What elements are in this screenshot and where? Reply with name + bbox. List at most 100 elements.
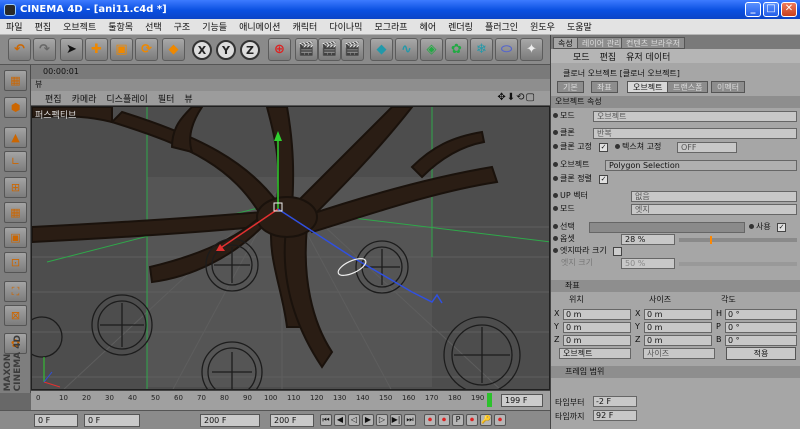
menu-character[interactable]: 캐릭터 xyxy=(286,20,323,33)
to-time-input[interactable]: 92 F xyxy=(593,410,637,421)
minimize-button[interactable]: _ xyxy=(745,2,761,17)
x-axis-button[interactable]: X xyxy=(192,40,212,60)
texture-mode-icon[interactable]: ▦ xyxy=(4,202,27,223)
next-key-icon[interactable]: ▶| xyxy=(390,414,402,426)
vmenu-filter[interactable]: 필터 xyxy=(158,92,175,105)
coord-mode-dropdown[interactable]: 오브젝트 xyxy=(559,348,631,359)
use-checkbox[interactable]: ✓ xyxy=(777,223,786,232)
close-button[interactable]: ✕ xyxy=(781,2,797,17)
cube-primitive-icon[interactable]: ◆ xyxy=(370,38,393,61)
anim-dot-icon[interactable] xyxy=(553,176,558,181)
workplane-icon[interactable]: ⊡ xyxy=(4,252,27,273)
tab-layer-manager[interactable]: 레이어 관리 xyxy=(577,37,627,49)
rot-p-input[interactable]: 0 ° xyxy=(725,322,797,333)
vmenu-view[interactable]: 뷰 xyxy=(184,92,192,105)
light-icon[interactable]: ✦ xyxy=(520,38,543,61)
menu-dynamics[interactable]: 다이나믹 xyxy=(323,20,368,33)
end-frame-field[interactable]: 199 F xyxy=(501,394,543,407)
align-clone-checkbox[interactable]: ✓ xyxy=(599,175,608,184)
anim-dot-icon[interactable] xyxy=(749,224,754,229)
render-settings-icon[interactable]: 🎬 xyxy=(341,38,364,61)
world-coord-icon[interactable]: ⊕ xyxy=(268,38,291,61)
menu-structure[interactable]: 구조 xyxy=(168,20,197,33)
object-link-field[interactable]: Polygon Selection xyxy=(605,160,797,171)
offset-slider-handle[interactable] xyxy=(710,236,712,244)
rotation-key-icon[interactable]: 🔑 xyxy=(480,414,492,426)
fix-texture-dropdown[interactable]: OFF xyxy=(677,142,737,153)
current-frame-marker[interactable] xyxy=(487,393,492,407)
pos-x-input[interactable]: 0 m xyxy=(563,309,631,320)
distribution-mode-dropdown[interactable]: 엣지 xyxy=(631,204,797,215)
view-tab[interactable]: 뷰 xyxy=(31,79,550,91)
subtab-effectors[interactable]: 이펙터 xyxy=(711,81,746,93)
z-axis-button[interactable]: Z xyxy=(240,40,260,60)
fix-clone-checkbox[interactable]: ✓ xyxy=(599,143,608,152)
points-mode-icon[interactable]: ▲ xyxy=(4,127,27,148)
polygons-mode-icon[interactable]: ⊞ xyxy=(4,177,27,198)
size-x-input[interactable]: 0 m xyxy=(644,309,712,320)
rot-b-input[interactable]: 0 ° xyxy=(725,335,797,346)
nurbs-icon[interactable]: ◈ xyxy=(420,38,443,61)
menu-help[interactable]: 도움말 xyxy=(561,20,598,33)
render-picture-icon[interactable]: 🎬 xyxy=(318,38,341,61)
edge-size-input[interactable]: 50 % xyxy=(621,258,675,269)
clones-dropdown[interactable]: 반복 xyxy=(593,128,797,139)
edges-mode-icon[interactable]: ∟ xyxy=(4,151,27,172)
size-z-input[interactable]: 0 m xyxy=(644,335,712,346)
menu-file[interactable]: 파일 xyxy=(0,20,29,33)
scale-key-icon[interactable]: ⏺ xyxy=(494,414,506,426)
goto-end-icon[interactable]: ⏭ xyxy=(404,414,416,426)
menu-window[interactable]: 윈도우 xyxy=(524,20,561,33)
menu-object[interactable]: 오브젝트 xyxy=(57,20,102,33)
goto-start-icon[interactable]: ⏮ xyxy=(320,414,332,426)
move-icon[interactable]: ✚ xyxy=(85,38,108,61)
scene-icon[interactable]: ⬭ xyxy=(495,38,518,61)
start-frame-field[interactable]: 0 F xyxy=(34,414,78,427)
anim-dot-icon[interactable] xyxy=(553,162,558,167)
navigation-icons[interactable]: ✥⬇⟲▢ xyxy=(497,92,536,103)
subtab-coord[interactable]: 좌표 xyxy=(591,81,618,93)
menu-edit[interactable]: 편집 xyxy=(29,20,58,33)
axis-icon[interactable]: ⊠ xyxy=(4,305,27,326)
prev-frame-icon[interactable]: ◁ xyxy=(348,414,360,426)
anim-dot-icon[interactable] xyxy=(553,193,558,198)
pos-y-input[interactable]: 0 m xyxy=(563,322,631,333)
tab-content-browser[interactable]: 컨텐츠 브라우저 xyxy=(621,37,686,49)
apply-button[interactable]: 적용 xyxy=(726,347,796,360)
autokey-icon[interactable]: ⏺ xyxy=(438,414,450,426)
menu-functions[interactable]: 기능들 xyxy=(196,20,233,33)
edge-size-slider[interactable] xyxy=(679,262,797,266)
offset-slider[interactable] xyxy=(679,236,797,244)
end-frame-input[interactable]: 200 F xyxy=(270,414,314,427)
rot-h-input[interactable]: 0 ° xyxy=(725,309,797,320)
scale-icon[interactable]: ▣ xyxy=(110,38,133,61)
anim-dot-icon[interactable] xyxy=(553,130,558,135)
render-view-icon[interactable]: 🎬 xyxy=(295,38,318,61)
array-icon[interactable]: ✿ xyxy=(445,38,468,61)
object-cube-icon[interactable]: ◆ xyxy=(162,38,185,61)
mode-dropdown[interactable]: 오브젝트 xyxy=(593,111,797,122)
play-icon[interactable]: ▶ xyxy=(362,414,374,426)
menu-mograph[interactable]: 모그라프 xyxy=(368,20,413,33)
anim-dot-icon[interactable] xyxy=(553,113,558,118)
vmenu-camera[interactable]: 카메라 xyxy=(72,92,97,105)
anim-dot-icon[interactable] xyxy=(553,248,558,253)
next-frame-icon[interactable]: ▷ xyxy=(376,414,388,426)
record-icon[interactable]: ⏺ xyxy=(424,414,436,426)
select-cursor-icon[interactable]: ➤ xyxy=(60,38,83,61)
anim-dot-icon[interactable] xyxy=(553,144,558,149)
snap-icon[interactable]: ⛶ xyxy=(4,281,27,302)
rotate-icon[interactable]: ⟳ xyxy=(135,38,158,61)
subtab-transform[interactable]: 트랜스폼 xyxy=(667,81,709,93)
anim-dot-icon[interactable] xyxy=(553,236,558,241)
size-y-input[interactable]: 0 m xyxy=(644,322,712,333)
offset-input[interactable]: 28 % xyxy=(621,234,675,245)
spline-icon[interactable]: ∿ xyxy=(395,38,418,61)
menu-tools[interactable]: 툴항목 xyxy=(102,20,139,33)
redo-icon[interactable]: ↷ xyxy=(33,38,56,61)
timeline-ruler[interactable]: 0 10 20 30 40 50 60 70 80 90 100 110 120… xyxy=(31,390,550,410)
coord-size-dropdown[interactable]: 사이즈 xyxy=(643,348,715,359)
menu-plugins[interactable]: 플러그인 xyxy=(479,20,524,33)
prev-key-icon[interactable]: ◀ xyxy=(334,414,346,426)
vmenu-display[interactable]: 디스플레이 xyxy=(106,92,147,105)
